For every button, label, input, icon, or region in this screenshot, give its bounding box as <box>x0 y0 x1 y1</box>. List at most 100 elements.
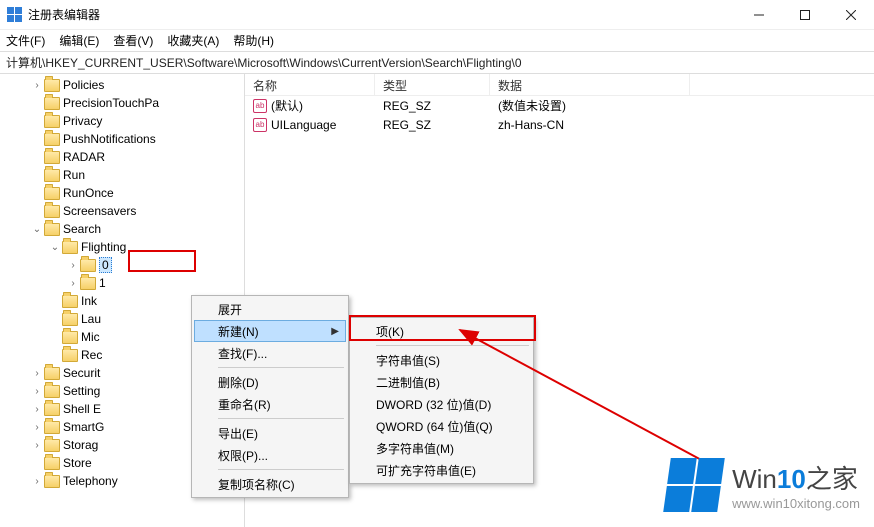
tree-item-label: 0 <box>99 257 112 273</box>
submenu-arrow-icon: ▶ <box>331 326 339 337</box>
chevron-right-icon[interactable]: › <box>30 404 44 415</box>
tree-item-label: Rec <box>81 348 102 362</box>
chevron-right-icon[interactable]: › <box>30 368 44 379</box>
address-path: 计算机\HKEY_CURRENT_USER\Software\Microsoft… <box>6 54 522 71</box>
menu-help[interactable]: 帮助(H) <box>233 32 274 49</box>
folder-icon <box>80 277 96 290</box>
ctx-expand[interactable]: 展开 <box>194 298 346 320</box>
ctx-new-string[interactable]: 字符串值(S) <box>352 349 531 371</box>
folder-icon <box>44 151 60 164</box>
folder-icon <box>44 403 60 416</box>
tree-item[interactable]: RADAR <box>0 148 244 166</box>
tree-item-label: Ink <box>81 294 97 308</box>
ctx-new-multistring[interactable]: 多字符串值(M) <box>352 437 531 459</box>
tree-item[interactable]: Privacy <box>0 112 244 130</box>
ctx-new-expandstring[interactable]: 可扩充字符串值(E) <box>352 459 531 481</box>
tree-item[interactable]: Screensavers <box>0 202 244 220</box>
folder-icon <box>44 421 60 434</box>
chevron-right-icon[interactable]: › <box>66 278 80 289</box>
tree-item[interactable]: RunOnce <box>0 184 244 202</box>
ctx-new-binary[interactable]: 二进制值(B) <box>352 371 531 393</box>
value-type: REG_SZ <box>375 99 490 113</box>
ctx-delete[interactable]: 删除(D) <box>194 371 346 393</box>
col-header-name[interactable]: 名称 <box>245 74 375 95</box>
tree-item-label: Run <box>63 168 85 182</box>
folder-icon <box>44 457 60 470</box>
menu-file[interactable]: 文件(F) <box>6 32 45 49</box>
tree-item-label: Setting <box>63 384 100 398</box>
folder-icon <box>44 475 60 488</box>
menu-separator <box>218 469 344 470</box>
chevron-right-icon[interactable]: › <box>30 476 44 487</box>
col-header-data[interactable]: 数据 <box>490 74 690 95</box>
tree-item-label: RADAR <box>63 150 105 164</box>
context-menu[interactable]: 展开 新建(N)▶ 查找(F)... 删除(D) 重命名(R) 导出(E) 权限… <box>191 295 349 498</box>
value-type: REG_SZ <box>375 118 490 132</box>
close-button[interactable] <box>828 0 874 29</box>
ctx-rename[interactable]: 重命名(R) <box>194 393 346 415</box>
context-submenu-new[interactable]: 项(K) 字符串值(S) 二进制值(B) DWORD (32 位)值(D) QW… <box>349 317 534 484</box>
ctx-new-qword[interactable]: QWORD (64 位)值(Q) <box>352 415 531 437</box>
menu-separator <box>218 418 344 419</box>
col-header-type[interactable]: 类型 <box>375 74 490 95</box>
tree-item[interactable]: ›0 <box>0 256 244 274</box>
chevron-right-icon[interactable]: › <box>30 422 44 433</box>
folder-icon <box>44 367 60 380</box>
folder-icon <box>44 205 60 218</box>
ctx-new-dword[interactable]: DWORD (32 位)值(D) <box>352 393 531 415</box>
ctx-find[interactable]: 查找(F)... <box>194 342 346 364</box>
tree-item-label: Lau <box>81 312 101 326</box>
chevron-right-icon[interactable]: › <box>66 260 80 271</box>
menu-bar: 文件(F) 编辑(E) 查看(V) 收藏夹(A) 帮助(H) <box>0 30 874 52</box>
menu-view[interactable]: 查看(V) <box>113 32 153 49</box>
value-name: (默认) <box>271 97 303 114</box>
folder-icon <box>44 385 60 398</box>
tree-item-label: Search <box>63 222 101 236</box>
menu-edit[interactable]: 编辑(E) <box>59 32 99 49</box>
tree-item[interactable]: › Policies <box>0 76 244 94</box>
menu-separator <box>376 345 529 346</box>
ctx-copy-key-name[interactable]: 复制项名称(C) <box>194 473 346 495</box>
maximize-button[interactable] <box>782 0 828 29</box>
chevron-right-icon[interactable]: › <box>30 80 44 91</box>
watermark: Win10之家 www.win10xitong.com <box>666 457 860 513</box>
tree-item-label: PrecisionTouchPa <box>63 96 159 110</box>
ctx-new[interactable]: 新建(N)▶ <box>194 320 346 342</box>
address-bar[interactable]: 计算机\HKEY_CURRENT_USER\Software\Microsoft… <box>0 52 874 74</box>
tree-item[interactable]: ⌄Flighting <box>0 238 244 256</box>
folder-icon <box>62 241 78 254</box>
chevron-down-icon[interactable]: ⌄ <box>48 242 62 253</box>
tree-item[interactable]: ›1 <box>0 274 244 292</box>
tree-item[interactable]: Run <box>0 166 244 184</box>
value-name: UILanguage <box>271 118 336 132</box>
tree-item[interactable]: PushNotifications <box>0 130 244 148</box>
folder-icon <box>62 349 78 362</box>
ctx-new-key[interactable]: 项(K) <box>352 320 531 342</box>
chevron-down-icon[interactable]: ⌄ <box>30 224 44 235</box>
chevron-right-icon[interactable]: › <box>30 440 44 451</box>
tree-item-label: 1 <box>99 276 106 290</box>
folder-icon <box>44 97 60 110</box>
tree-item-label: Securit <box>63 366 100 380</box>
ctx-permissions[interactable]: 权限(P)... <box>194 444 346 466</box>
menu-favorites[interactable]: 收藏夹(A) <box>167 32 219 49</box>
tree-item[interactable]: ⌄ Search <box>0 220 244 238</box>
tree-item[interactable]: PrecisionTouchPa <box>0 94 244 112</box>
tree-item-label: Policies <box>63 78 104 92</box>
tree-item-label: SmartG <box>63 420 104 434</box>
string-value-icon: ab <box>253 118 267 132</box>
value-data: (数值未设置) <box>490 97 690 114</box>
tree-item-label: Shell E <box>63 402 101 416</box>
tree-item-label: Screensavers <box>63 204 136 218</box>
minimize-button[interactable] <box>736 0 782 29</box>
value-data: zh-Hans-CN <box>490 118 690 132</box>
folder-icon <box>44 115 60 128</box>
chevron-right-icon[interactable]: › <box>30 386 44 397</box>
folder-icon <box>44 187 60 200</box>
ctx-export[interactable]: 导出(E) <box>194 422 346 444</box>
list-row[interactable]: ab UILanguage REG_SZ zh-Hans-CN <box>245 115 874 134</box>
tree-item-label: Privacy <box>63 114 102 128</box>
tree-item-label: PushNotifications <box>63 132 156 146</box>
string-value-icon: ab <box>253 99 267 113</box>
list-row[interactable]: ab (默认) REG_SZ (数值未设置) <box>245 96 874 115</box>
